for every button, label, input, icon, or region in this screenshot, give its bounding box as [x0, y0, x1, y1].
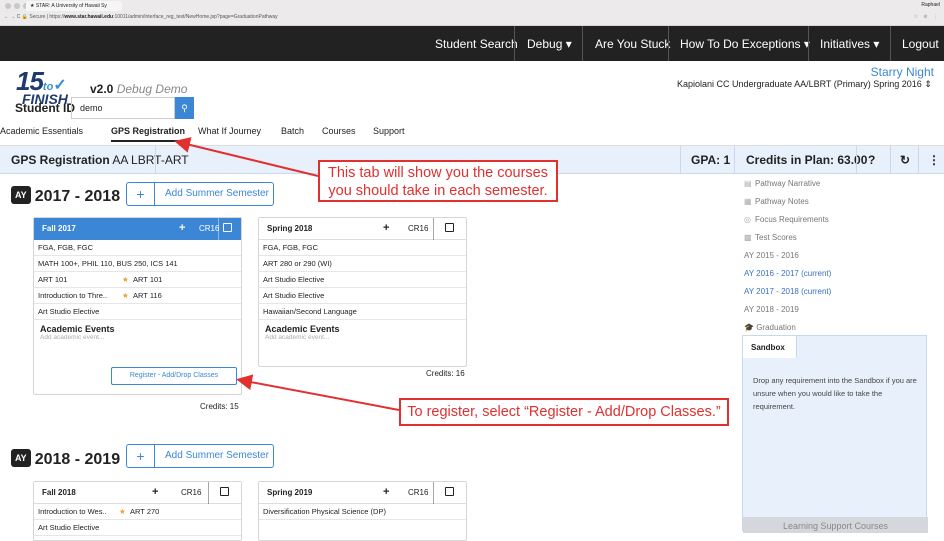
student-id-input[interactable]: demo [71, 97, 175, 119]
lock-icon: 🔒 [21, 14, 29, 20]
year-link-current[interactable]: AY 2017 - 2018 (current) [744, 283, 831, 301]
semester-card-spring-2018: Spring 2018 + CR16 FGA, FGB, FGC ART 280… [258, 217, 467, 367]
pathway-notes-link[interactable]: ▦ Pathway Notes [744, 193, 831, 211]
year-link[interactable]: AY 2015 - 2016 [744, 247, 831, 265]
address-bar[interactable]: ← → C 🔒 Secure | https://www.star.hawaii… [4, 14, 278, 20]
tab-explanation-callout: This tab will show you the courses you s… [318, 160, 558, 202]
course-row[interactable]: Introduction to Wes.. ★ ART 270 [34, 504, 241, 520]
tab-batch[interactable]: Batch [281, 126, 304, 136]
kebab-menu-icon[interactable]: ⋮ [928, 146, 940, 174]
tab-courses[interactable]: Courses [322, 126, 356, 136]
gpa-value: GPA: 1 [691, 153, 731, 167]
sandbox-panel: Sandbox Drop any requirement into the Sa… [742, 335, 928, 533]
nav-debug[interactable]: Debug ▾ [527, 37, 572, 51]
document-icon: ▤ [744, 179, 752, 188]
academic-year-heading: AY 2018 - 2019 [11, 449, 120, 469]
star-icon: ★ [119, 507, 126, 516]
browser-extensions-icon[interactable]: ☆ ⊘ ⋮ [914, 14, 940, 20]
tab-academic-essentials[interactable]: Academic Essentials [0, 126, 83, 136]
add-summer-semester-button[interactable]: + Add Summer Semester [126, 182, 274, 206]
nav-how-to-do-exceptions[interactable]: How To Do Exceptions ▾ [680, 37, 810, 51]
nav-initiatives[interactable]: Initiatives ▾ [820, 37, 879, 51]
add-summer-semester-button[interactable]: + Add Summer Semester [126, 444, 274, 468]
theme-link[interactable]: Starry Night [871, 65, 934, 79]
year-link[interactable]: AY 2018 - 2019 [744, 301, 831, 319]
course-row[interactable]: ART 280 or 290 (WI) [259, 256, 466, 272]
semester-header[interactable]: Spring 2018 + CR16 [259, 218, 466, 240]
graduation-cap-icon: 🎓 [744, 323, 754, 332]
sandbox-tab[interactable]: Sandbox [743, 336, 797, 358]
course-row[interactable]: Art Studio Elective [34, 520, 241, 536]
semester-header[interactable]: Spring 2019 + CR16 [259, 482, 466, 504]
tab-what-if-journey[interactable]: What If Journey [198, 126, 261, 136]
nav-arrows-icon[interactable]: ← → C [4, 14, 22, 20]
refresh-icon[interactable]: ↻ [900, 146, 910, 174]
add-course-icon[interactable]: + [152, 486, 158, 498]
notes-icon[interactable] [220, 487, 229, 496]
semester-credits: Credits: 16 [426, 369, 465, 378]
semester-card-spring-2019: Spring 2019 + CR16 Diversification Physi… [258, 481, 467, 541]
sandbox-description: Drop any requirement into the Sandbox if… [753, 376, 917, 411]
notes-icon[interactable] [223, 223, 232, 232]
pathway-narrative-link[interactable]: ▤ Pathway Narrative [744, 175, 831, 193]
register-add-drop-button[interactable]: Register - Add/Drop Classes [111, 367, 237, 385]
add-event-input[interactable]: Add academic event... [40, 334, 235, 341]
focus-requirements-link[interactable]: ◎ Focus Requirements [744, 211, 831, 229]
search-button[interactable]: ⚲ [175, 97, 194, 119]
semester-header[interactable]: Fall 2017 + CR16 [34, 218, 241, 240]
tab-gps-registration[interactable]: GPS Registration [111, 126, 186, 142]
notes-icon: ▦ [744, 197, 752, 206]
course-row[interactable]: Diversification Physical Science (DP) [259, 504, 466, 520]
select-arrows-icon: ⇕ [924, 79, 932, 89]
browser-chrome: ★ STAR: A University of Hawaii Sy Raphae… [0, 0, 944, 26]
student-id-label: Student ID [15, 101, 75, 115]
semester-card-fall-2018: Fall 2018 + CR16 Introduction to Wes.. ★ A… [33, 481, 242, 541]
help-button[interactable]: ? [868, 146, 875, 174]
search-icon: ⚲ [181, 103, 188, 113]
tab-support[interactable]: Support [373, 126, 405, 136]
summary-title: GPS Registration AA LBRT-ART [11, 153, 189, 167]
plus-icon: + [127, 445, 155, 467]
academic-year-heading: AY 2017 - 2018 [11, 186, 120, 206]
main-tabs: Academic Essentials GPS Registration Wha… [0, 124, 944, 146]
add-course-icon[interactable]: + [179, 222, 185, 234]
course-row[interactable]: FGA, FGB, FGC [259, 240, 466, 256]
academic-events: Academic Events Add academic event... [259, 320, 466, 345]
notes-icon[interactable] [445, 487, 454, 496]
course-row[interactable]: Introduction to Thre.. ★ ART 116 [34, 288, 241, 304]
browser-user[interactable]: Raphael [921, 2, 940, 8]
year-link-current[interactable]: AY 2016 - 2017 (current) [744, 265, 831, 283]
register-explanation-callout: To register, select “Register - Add/Drop… [399, 398, 729, 426]
course-row[interactable]: Art Studio Elective [259, 288, 466, 304]
add-event-input[interactable]: Add academic event... [265, 334, 460, 341]
course-row[interactable]: MATH 100+, PHIL 110, BUS 250, ICS 141 [34, 256, 241, 272]
star-icon: ★ [122, 275, 129, 284]
nav-logout[interactable]: Logout [902, 37, 939, 51]
version-label: v2.0 Debug Demo [90, 82, 188, 96]
credits-in-plan: Credits in Plan: 63.00 [746, 153, 868, 167]
semester-select[interactable]: Kapiolani CC Undergraduate AA/LBRT (Prim… [677, 79, 932, 90]
nav-are-you-stuck[interactable]: Are You Stuck [595, 37, 670, 51]
arrow-to-register [236, 374, 400, 411]
add-course-icon[interactable]: + [383, 222, 389, 234]
right-panel: ▤ Pathway Narrative ▦ Pathway Notes ◎ Focus… [744, 175, 831, 337]
course-row[interactable]: Art Studio Elective [34, 304, 241, 320]
test-scores-link[interactable]: ▩ Test Scores [744, 229, 831, 247]
file-icon: ▩ [744, 233, 752, 242]
target-icon: ◎ [744, 215, 751, 224]
add-course-icon[interactable]: + [383, 486, 389, 498]
plus-icon: + [127, 183, 155, 205]
semester-credits: Credits: 15 [200, 402, 239, 411]
star-icon: ★ [122, 291, 129, 300]
notes-icon[interactable] [445, 223, 454, 232]
semester-header[interactable]: Fall 2018 + CR16 [34, 482, 241, 504]
course-row[interactable]: FGA, FGB, FGC [34, 240, 241, 256]
course-row[interactable]: ART 101 ★ ART 101 [34, 272, 241, 288]
course-row[interactable]: Hawaiian/Second Language [259, 304, 466, 320]
browser-tab[interactable]: ★ STAR: A University of Hawaii Sy [26, 1, 122, 11]
top-navbar: Student Search Debug ▾ Are You Stuck How… [0, 26, 944, 61]
course-row[interactable]: Art Studio Elective [259, 272, 466, 288]
nav-student-search[interactable]: Student Search [435, 37, 518, 51]
academic-events: Academic Events Add academic event... [34, 320, 241, 345]
